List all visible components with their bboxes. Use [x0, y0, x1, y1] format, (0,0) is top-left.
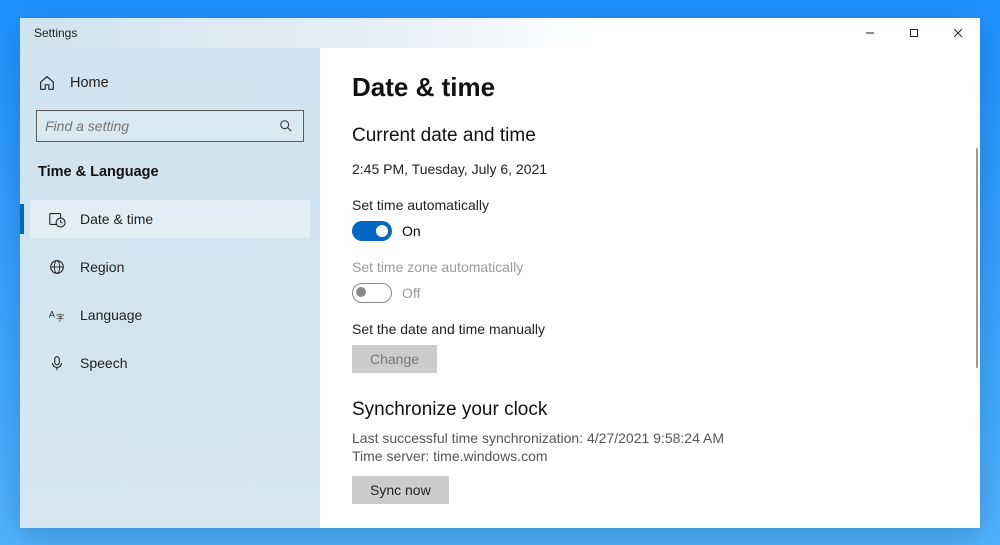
sync-last: Last successful time synchronization: 4/… — [352, 429, 960, 448]
current-datetime-value: 2:45 PM, Tuesday, July 6, 2021 — [352, 161, 960, 177]
auto-timezone-label: Set time zone automatically — [352, 259, 960, 275]
sync-heading: Synchronize your clock — [352, 399, 960, 421]
search-icon — [279, 119, 295, 133]
globe-icon — [48, 258, 66, 276]
sidebar-item-label: Speech — [80, 355, 127, 371]
sidebar: Home Time & Language Date & time Reg — [20, 48, 320, 528]
sidebar-item-date-time[interactable]: Date & time — [30, 200, 310, 238]
scrollbar[interactable] — [976, 148, 978, 368]
window-controls — [848, 18, 980, 48]
sidebar-item-label: Region — [80, 259, 124, 275]
change-button: Change — [352, 345, 437, 373]
auto-time-toggle[interactable] — [352, 221, 392, 241]
window-title: Settings — [34, 26, 77, 40]
language-icon: A字 — [48, 306, 66, 324]
auto-time-label: Set time automatically — [352, 197, 960, 213]
sidebar-item-label: Language — [80, 307, 142, 323]
auto-time-toggle-row: On — [352, 221, 960, 241]
sidebar-category: Time & Language — [30, 164, 310, 200]
auto-timezone-toggle — [352, 283, 392, 303]
sync-server: Time server: time.windows.com — [352, 447, 960, 466]
sidebar-item-region[interactable]: Region — [30, 248, 310, 286]
sidebar-home[interactable]: Home — [30, 68, 310, 98]
sidebar-home-label: Home — [70, 75, 109, 91]
manual-datetime-label: Set the date and time manually — [352, 321, 960, 337]
close-button[interactable] — [936, 18, 980, 48]
clock-calendar-icon — [48, 210, 66, 228]
sidebar-item-language[interactable]: A字 Language — [30, 296, 310, 334]
sidebar-item-speech[interactable]: Speech — [30, 344, 310, 382]
auto-timezone-state: Off — [402, 285, 420, 301]
svg-text:A: A — [49, 309, 55, 319]
titlebar: Settings — [20, 18, 980, 48]
search-input[interactable] — [45, 118, 279, 134]
maximize-button[interactable] — [892, 18, 936, 48]
microphone-icon — [48, 354, 66, 372]
search-box[interactable] — [36, 110, 304, 142]
svg-text:字: 字 — [56, 312, 64, 322]
settings-window: Settings Home — [20, 18, 980, 528]
auto-time-state: On — [402, 223, 421, 239]
page-title: Date & time — [352, 72, 960, 103]
auto-timezone-toggle-row: Off — [352, 283, 960, 303]
sidebar-item-label: Date & time — [80, 211, 153, 227]
home-icon — [38, 74, 56, 92]
sync-now-button[interactable]: Sync now — [352, 476, 449, 504]
minimize-button[interactable] — [848, 18, 892, 48]
sync-info: Last successful time synchronization: 4/… — [352, 429, 960, 467]
current-datetime-heading: Current date and time — [352, 125, 960, 147]
main-content: Date & time Current date and time 2:45 P… — [320, 48, 980, 528]
